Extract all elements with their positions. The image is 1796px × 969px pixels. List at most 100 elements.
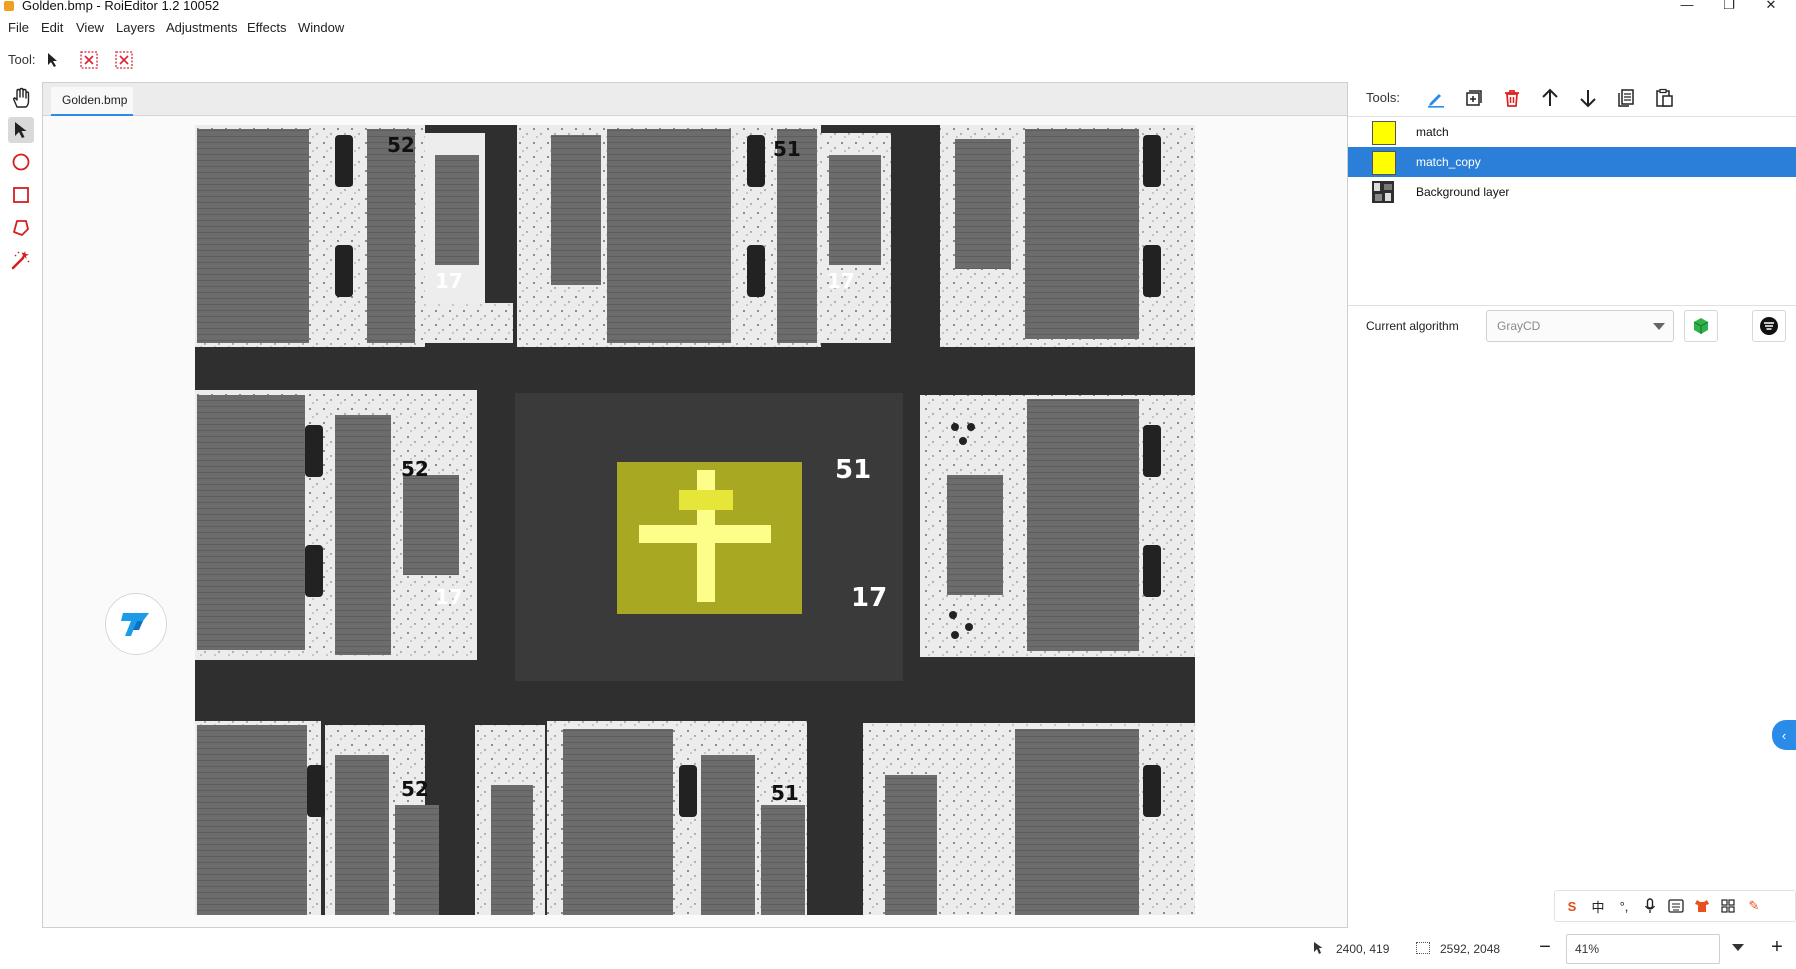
arrow-up-icon — [1542, 88, 1558, 106]
circle-tool[interactable] — [8, 149, 34, 175]
tab-label: Golden.bmp — [62, 93, 128, 107]
paste-icon — [1656, 88, 1673, 107]
current-tool-pointer-icon — [48, 53, 57, 67]
magic-wand-icon — [11, 251, 30, 270]
grid-menu-icon[interactable] — [1719, 897, 1737, 915]
move-layer-up-button[interactable] — [1536, 84, 1564, 112]
polygon-tool[interactable] — [8, 215, 34, 241]
cursor-position-icon — [1314, 942, 1323, 954]
pencil-icon — [1428, 94, 1444, 108]
layer-name: match — [1416, 125, 1449, 139]
menu-layers[interactable]: Layers — [116, 20, 155, 35]
image-canvas[interactable]: 52 51 52 52 51 17 17 17 51 17 — [195, 125, 1195, 915]
arrow-down-icon — [1580, 90, 1596, 108]
algorithm-row: Current algorithm GrayCD — [1348, 305, 1796, 346]
paste-layer-button[interactable] — [1650, 84, 1678, 112]
assistant-button[interactable] — [105, 593, 167, 655]
pad-label: 17 — [435, 269, 463, 293]
layer-name: Background layer — [1416, 185, 1510, 199]
hand-icon — [12, 87, 30, 108]
copy-layer-button[interactable] — [1612, 84, 1640, 112]
image-size-icon — [1416, 942, 1430, 954]
algorithm-select[interactable]: GrayCD — [1486, 310, 1674, 342]
tool-label: Tool: — [8, 52, 36, 67]
clear-all-selection-icon[interactable] — [115, 51, 133, 69]
move-layer-down-button[interactable] — [1574, 84, 1602, 112]
rectangle-icon — [13, 187, 29, 203]
pad-label: 51 — [771, 781, 799, 805]
ime-language-icon[interactable]: 中 — [1589, 897, 1607, 915]
add-layer-button[interactable] — [1460, 84, 1488, 112]
status-bar: 2400, 419 2592, 2048 − 41% + — [0, 934, 1796, 966]
restore-button[interactable]: ❐ — [1712, 0, 1746, 13]
center-number: 17 — [851, 583, 888, 613]
document-area: Golden.bmp 52 51 52 52 51 17 17 17 51 17 — [42, 82, 1348, 928]
layer-color-swatch — [1372, 151, 1396, 175]
edit-layer-button[interactable] — [1422, 84, 1450, 112]
microphone-icon[interactable] — [1641, 897, 1659, 915]
menu-file[interactable]: File — [8, 20, 29, 35]
chevron-down-icon — [1653, 323, 1665, 330]
copy-icon — [1618, 89, 1634, 107]
hand-tool[interactable] — [8, 85, 34, 111]
ime-toolbar: S 中 °, ✎ — [1554, 890, 1796, 922]
ime-extra-icon[interactable]: ✎ — [1745, 897, 1763, 915]
pad-label: 52 — [401, 457, 429, 481]
layer-tools: Tools: — [1348, 80, 1796, 116]
add-layer-icon — [1466, 90, 1482, 106]
pad-label: 52 — [387, 133, 415, 157]
left-toolbar — [0, 80, 40, 940]
algorithm-settings-button[interactable] — [1752, 310, 1786, 342]
minimize-button[interactable]: — — [1670, 0, 1704, 13]
clear-selection-icon[interactable] — [80, 51, 98, 69]
zoom-out-button[interactable]: − — [1534, 936, 1556, 960]
select-tool[interactable] — [8, 117, 34, 143]
pointer-icon — [15, 122, 27, 138]
pad-label: 52 — [401, 777, 429, 801]
cube-icon — [1693, 318, 1709, 334]
assistant-icon — [121, 613, 149, 636]
collapse-panel-button[interactable]: ‹ — [1772, 720, 1796, 750]
trash-icon — [1505, 90, 1519, 107]
algorithm-value: GrayCD — [1497, 319, 1541, 333]
pad-label: 17 — [827, 269, 855, 293]
algorithm-label: Current algorithm — [1366, 319, 1459, 333]
run-algorithm-button[interactable] — [1684, 310, 1718, 342]
polygon-icon — [13, 220, 29, 236]
layer-color-swatch — [1372, 121, 1396, 145]
layers-list: match match_copy Background layer — [1348, 116, 1796, 297]
tab-strip: Golden.bmp — [43, 83, 1347, 116]
zoom-input[interactable]: 41% — [1566, 934, 1720, 964]
zoom-dropdown-button[interactable] — [1728, 940, 1748, 956]
cursor-coordinates: 2400, 419 — [1336, 942, 1390, 956]
image-dimensions: 2592, 2048 — [1440, 942, 1501, 956]
keyboard-icon[interactable] — [1667, 897, 1685, 915]
layer-item[interactable]: match — [1348, 117, 1796, 147]
close-button[interactable]: ✕ — [1754, 0, 1788, 13]
rectangle-tool[interactable] — [8, 182, 34, 208]
title-bar: Golden.bmp - RoiEditor 1.2 10052 — ❐ ✕ — [0, 0, 1796, 14]
menu-view[interactable]: View — [76, 20, 104, 35]
layer-item[interactable]: Background layer — [1348, 177, 1796, 207]
skin-icon[interactable] — [1693, 897, 1711, 915]
center-number: 51 — [835, 455, 872, 485]
magic-wand-tool[interactable] — [8, 247, 34, 273]
ime-punctuation-icon[interactable]: °, — [1615, 897, 1633, 915]
ime-logo-icon[interactable]: S — [1563, 897, 1581, 915]
filter-icon — [1760, 317, 1778, 335]
layer-item[interactable]: match_copy — [1348, 147, 1796, 177]
zoom-in-button[interactable]: + — [1766, 936, 1788, 960]
roi-match-copy[interactable] — [617, 462, 802, 614]
tab-golden-bmp[interactable]: Golden.bmp — [51, 87, 133, 116]
menu-adjustments[interactable]: Adjustments — [166, 20, 238, 35]
tools-label: Tools: — [1366, 90, 1400, 105]
menu-bar: File Edit View Layers Adjustments Effect… — [0, 18, 1796, 38]
delete-layer-button[interactable] — [1498, 84, 1526, 112]
menu-effects[interactable]: Effects — [247, 20, 287, 35]
tool-row: Tool: — [0, 48, 300, 72]
pad-label: 51 — [773, 137, 801, 161]
menu-edit[interactable]: Edit — [41, 20, 63, 35]
pad-label: 17 — [435, 585, 463, 609]
app-icon — [4, 1, 14, 11]
menu-window[interactable]: Window — [298, 20, 344, 35]
